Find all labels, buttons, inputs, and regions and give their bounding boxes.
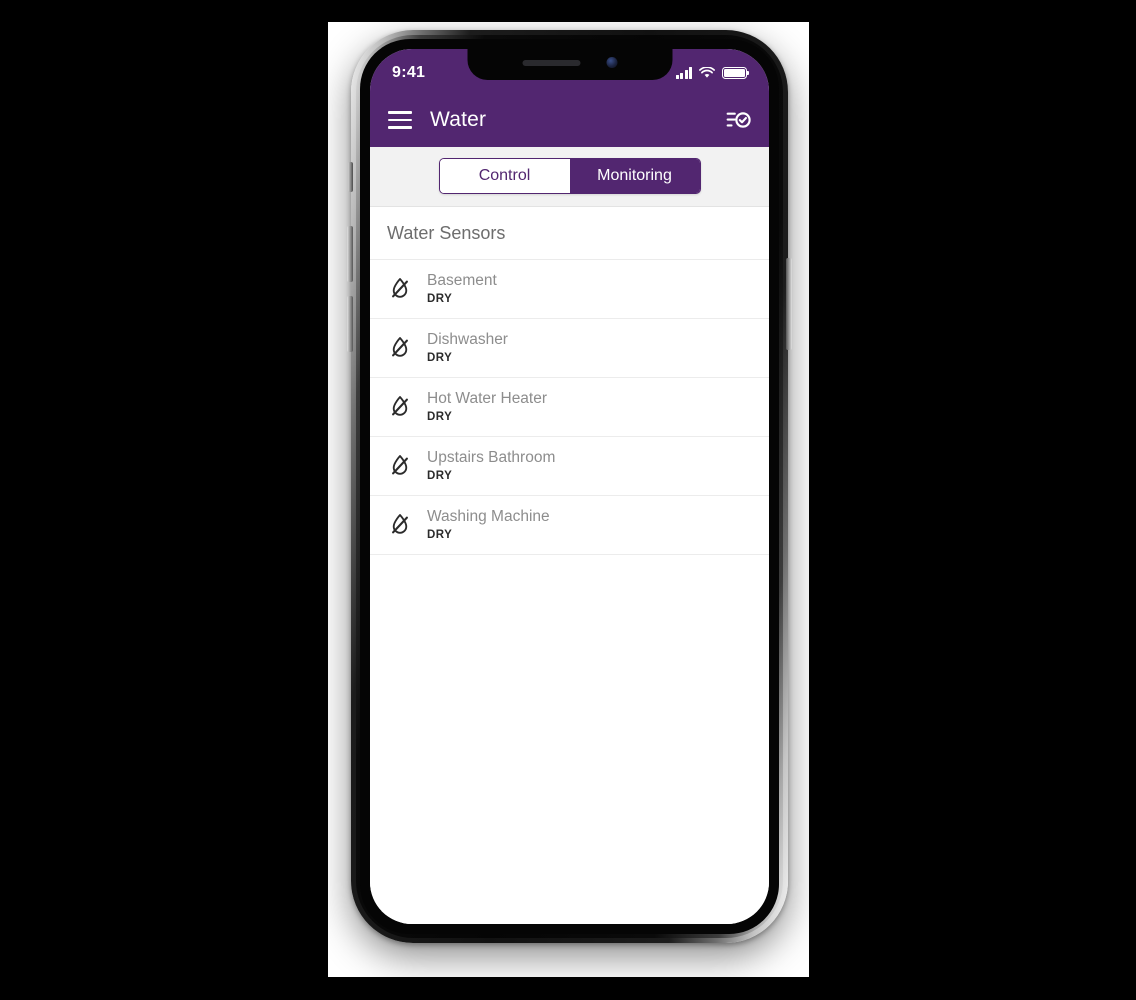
list-item[interactable]: Washing Machine DRY: [370, 496, 769, 555]
list-item[interactable]: Dishwasher DRY: [370, 319, 769, 378]
status-badge: DRY: [427, 470, 453, 482]
list-item-text: Hot Water Heater DRY: [427, 390, 547, 423]
status-badge: DRY: [427, 529, 453, 541]
list-item[interactable]: Hot Water Heater DRY: [370, 378, 769, 437]
earpiece-speaker-icon: [522, 59, 580, 66]
status-badge: DRY: [427, 411, 453, 423]
power-button[interactable]: [786, 258, 792, 350]
list-item-text: Dishwasher DRY: [427, 331, 508, 364]
sensor-name: Upstairs Bathroom: [427, 449, 556, 466]
sensor-name: Basement: [427, 272, 497, 289]
page-title: Water: [430, 108, 487, 131]
list-item[interactable]: Basement DRY: [370, 260, 769, 319]
device-notch: [467, 49, 672, 80]
section-title-water-sensors: Water Sensors: [370, 207, 769, 260]
cellular-signal-icon: [675, 67, 692, 79]
water-off-icon: [392, 454, 408, 475]
water-sensor-list: Basement DRY Dishwasher DRY Hot Water He…: [370, 260, 769, 555]
hamburger-menu-icon[interactable]: [388, 111, 412, 129]
list-item-text: Upstairs Bathroom DRY: [427, 449, 555, 482]
silent-switch-button[interactable]: [348, 162, 353, 192]
phone-screen: 9:41 Water Control Monitoring Water Sens…: [370, 49, 769, 924]
status-bar-icons: [675, 63, 750, 79]
water-off-icon: [392, 513, 408, 534]
volume-down-button[interactable]: [347, 296, 353, 352]
list-item-text: Basement DRY: [427, 272, 497, 305]
segmented-tab-strip: Control Monitoring: [370, 147, 769, 207]
list-item-text: Washing Machine DRY: [427, 508, 550, 541]
wifi-icon: [699, 67, 715, 78]
tab-monitoring[interactable]: Monitoring: [569, 159, 700, 193]
status-bar-time: 9:41: [392, 64, 426, 81]
app-bar: Water: [370, 93, 769, 147]
sensor-name: Hot Water Heater: [427, 390, 548, 407]
status-badge: DRY: [427, 293, 453, 305]
tab-control[interactable]: Control: [439, 159, 570, 193]
screenshot-canvas: 9:41 Water Control Monitoring Water Sens…: [328, 22, 809, 977]
empty-list-area: [370, 555, 769, 924]
segmented-control: Control Monitoring: [438, 158, 701, 194]
checklist-check-icon[interactable]: [725, 107, 751, 133]
phone-device-frame: 9:41 Water Control Monitoring Water Sens…: [347, 30, 792, 943]
water-off-icon: [392, 277, 408, 298]
status-badge: DRY: [427, 352, 453, 364]
water-off-icon: [392, 395, 408, 416]
sensor-name: Washing Machine: [427, 508, 550, 525]
list-item[interactable]: Upstairs Bathroom DRY: [370, 437, 769, 496]
sensor-name: Dishwasher: [427, 331, 508, 348]
front-camera-icon: [606, 57, 617, 68]
volume-up-button[interactable]: [347, 226, 353, 282]
water-off-icon: [392, 336, 408, 357]
battery-full-icon: [722, 67, 750, 79]
